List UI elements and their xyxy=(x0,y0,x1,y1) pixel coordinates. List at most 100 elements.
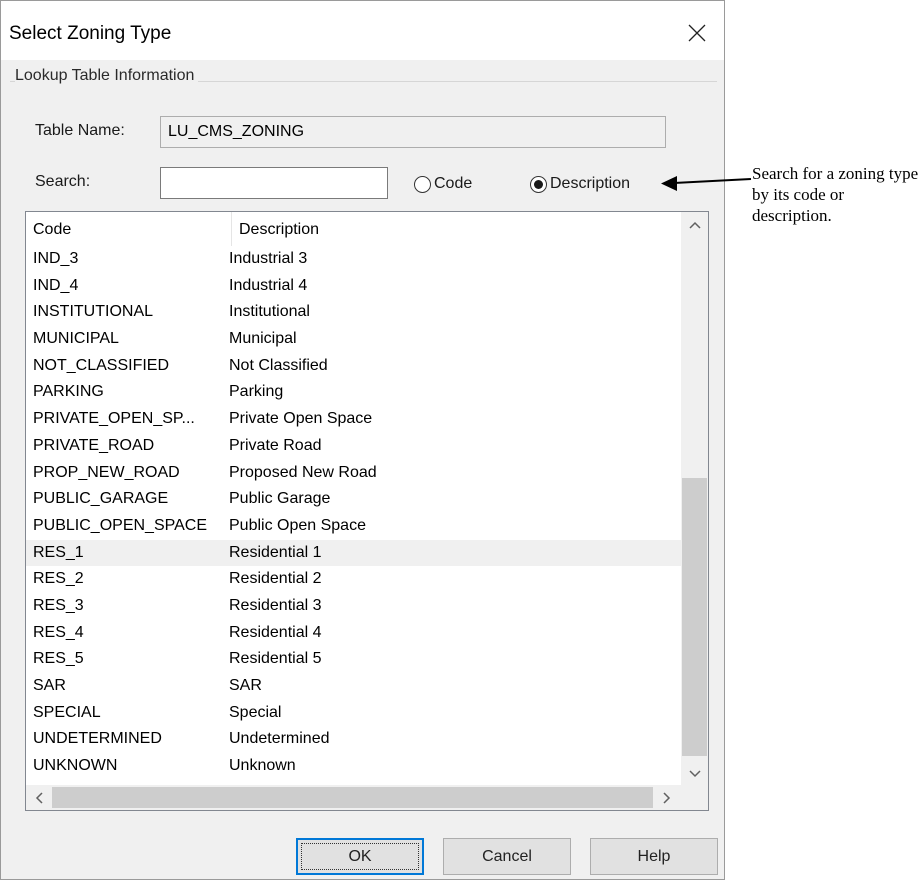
cell-description: Private Road xyxy=(229,436,322,454)
cell-code: RES_2 xyxy=(33,570,84,588)
cell-description: Residential 4 xyxy=(229,623,322,641)
column-header-description[interactable]: Description xyxy=(232,212,681,246)
scroll-up-button[interactable] xyxy=(681,212,708,237)
table-row[interactable]: UNDETERMINED Undetermined xyxy=(26,726,682,753)
cell-description: Not Classified xyxy=(229,356,328,374)
chevron-left-icon xyxy=(35,791,43,804)
cell-description: Public Garage xyxy=(229,490,331,508)
table-row[interactable]: IND_4 Industrial 4 xyxy=(26,273,682,300)
table-row[interactable]: SPECIAL Special xyxy=(26,700,682,727)
table-row[interactable]: IND_3 Industrial 3 xyxy=(26,246,682,273)
radio-description-label: Description xyxy=(550,175,631,192)
cell-description: Municipal xyxy=(229,330,297,348)
table-row[interactable]: PRIVATE_OPEN_SP... Private Open Space xyxy=(26,406,682,433)
cell-description: Undetermined xyxy=(229,730,330,748)
table-row[interactable]: RES_4 Residential 4 xyxy=(26,620,682,647)
cell-description: Industrial 4 xyxy=(229,276,308,294)
cell-code: RES_4 xyxy=(33,623,84,641)
dialog-title: Select Zoning Type xyxy=(9,23,172,44)
cell-description: Public Open Space xyxy=(229,516,366,534)
table-row[interactable]: PARKING Parking xyxy=(26,379,682,406)
table-row[interactable]: RES_2 Residential 2 xyxy=(26,566,682,593)
cell-code: NOT_CLASSIFIED xyxy=(33,356,170,374)
table-row[interactable]: PRIVATE_ROAD Private Road xyxy=(26,433,682,460)
table-row[interactable]: PROP_NEW_ROAD Proposed New Road xyxy=(26,460,682,487)
title-bar: Select Zoning Type xyxy=(1,1,724,60)
vertical-scrollbar[interactable] xyxy=(681,212,708,786)
annotation-text: Search for a zoning type by its code or … xyxy=(752,164,919,225)
cell-code: IND_3 xyxy=(33,250,79,267)
cell-description: Residential 3 xyxy=(229,596,322,614)
table-row[interactable]: NOT_CLASSIFIED Not Classified xyxy=(26,353,682,380)
radio-description[interactable]: Description xyxy=(530,175,650,197)
cancel-button[interactable]: Cancel xyxy=(443,838,571,875)
cell-code: PRIVATE_ROAD xyxy=(33,436,155,454)
horizontal-scrollbar[interactable] xyxy=(26,785,681,810)
cell-code: PRIVATE_OPEN_SP... xyxy=(33,410,195,428)
search-label: Search: xyxy=(35,173,91,190)
table-row[interactable]: MUNICIPAL Municipal xyxy=(26,326,682,353)
cell-code: PARKING xyxy=(33,383,104,401)
close-button[interactable] xyxy=(677,13,717,53)
cell-code: MUNICIPAL xyxy=(33,330,119,348)
cell-code: RES_5 xyxy=(33,650,84,668)
groupbox-label: Lookup Table Information xyxy=(15,67,199,85)
table-row[interactable]: SAR SAR xyxy=(26,673,682,700)
scrollbar-corner xyxy=(681,785,708,810)
cell-code: INSTITUTIONAL xyxy=(33,303,154,321)
table-row[interactable]: PUBLIC_GARAGE Public Garage xyxy=(26,486,682,513)
chevron-up-icon xyxy=(688,221,701,229)
table-row[interactable]: RES_5 Residential 5 xyxy=(26,646,682,673)
cell-code: SAR xyxy=(33,677,66,694)
cell-description: Parking xyxy=(229,383,284,401)
radio-code[interactable]: Code xyxy=(414,175,494,197)
vertical-scroll-thumb[interactable] xyxy=(682,478,707,756)
cell-code: UNKNOWN xyxy=(33,757,118,775)
cell-description: SAR xyxy=(229,677,262,694)
help-button-label: Help xyxy=(637,847,671,865)
zoning-list[interactable]: Code Description IND_3 Industrial 3 IND_4 I… xyxy=(25,211,709,811)
close-icon xyxy=(688,24,706,42)
cell-code: RES_1 xyxy=(33,543,84,561)
table-row[interactable]: RES_3 Residential 3 xyxy=(26,593,682,620)
chevron-down-icon xyxy=(688,769,701,777)
cell-code: SPECIAL xyxy=(33,703,101,721)
cell-code: PROP_NEW_ROAD xyxy=(33,463,180,481)
table-name-value: LU_CMS_ZONING xyxy=(168,123,305,140)
table-row[interactable]: INSTITUTIONAL Institutional xyxy=(26,299,682,326)
search-input[interactable] xyxy=(160,167,388,199)
ok-button[interactable]: OK xyxy=(296,838,424,875)
cell-description: Special xyxy=(229,703,282,721)
cancel-button-label: Cancel xyxy=(482,847,532,865)
table-row[interactable]: UNKNOWN Unknown xyxy=(26,753,682,780)
cell-description: Industrial 3 xyxy=(229,250,308,267)
cell-code: UNDETERMINED xyxy=(33,730,162,748)
arrow-left-icon xyxy=(661,176,752,191)
table-name-field: LU_CMS_ZONING xyxy=(160,116,666,148)
cell-description: Private Open Space xyxy=(229,410,373,428)
column-header-code[interactable]: Code xyxy=(26,212,231,246)
cell-description: Proposed New Road xyxy=(229,463,377,481)
cell-description: Residential 2 xyxy=(229,570,322,588)
list-rows: IND_3 Industrial 3 IND_4 Industrial 4 INSTIT… xyxy=(26,246,682,780)
scroll-left-button[interactable] xyxy=(26,785,52,810)
scroll-right-button[interactable] xyxy=(653,785,681,810)
cell-code: IND_4 xyxy=(33,276,79,294)
chevron-right-icon xyxy=(663,791,671,804)
radio-selected-dot xyxy=(534,180,543,189)
table-row[interactable]: RES_1 Residential 1 xyxy=(26,539,682,567)
cell-description: Residential 1 xyxy=(229,543,322,561)
select-zoning-type-dialog: Select Zoning Type Lookup Table Informat… xyxy=(0,0,725,880)
cell-description: Residential 5 xyxy=(229,650,322,668)
horizontal-scroll-thumb[interactable] xyxy=(52,787,653,808)
radio-code-circle xyxy=(414,176,431,193)
radio-code-label: Code xyxy=(434,175,473,192)
focus-rectangle xyxy=(301,843,419,870)
cell-description: Institutional xyxy=(229,303,310,321)
scroll-down-button[interactable] xyxy=(681,761,708,786)
radio-description-circle xyxy=(530,176,547,193)
help-button[interactable]: Help xyxy=(590,838,718,875)
cell-description: Unknown xyxy=(229,757,296,775)
cell-code: PUBLIC_OPEN_SPACE xyxy=(33,516,207,534)
table-row[interactable]: PUBLIC_OPEN_SPACE Public Open Space xyxy=(26,513,682,540)
